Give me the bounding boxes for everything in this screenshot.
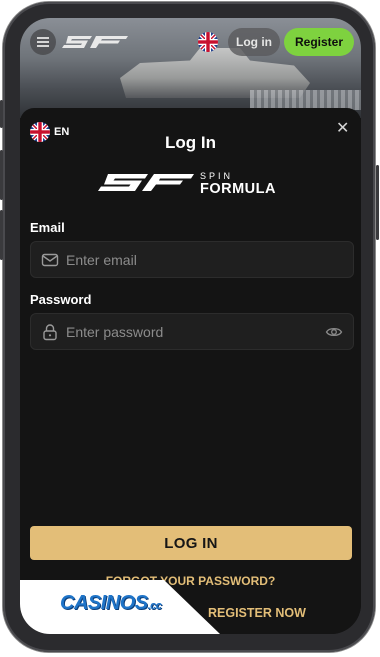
password-input[interactable] (66, 323, 296, 340)
app-screen: Log in Register EN ✕ Log In SPIN FORMULA… (20, 18, 361, 634)
site-logo[interactable] (62, 32, 128, 57)
phone-power-button (376, 165, 379, 240)
phone-volume-down-button (0, 210, 3, 260)
phone-side-button (0, 100, 3, 128)
lock-icon (43, 323, 57, 340)
casinos-watermark: CASINOS.cc (20, 580, 220, 634)
login-button[interactable]: Log in (228, 28, 280, 56)
watermark-text: CASINOS.cc (60, 592, 162, 614)
login-modal: EN ✕ Log In SPIN FORMULA Email Password (20, 108, 361, 634)
login-submit-button[interactable]: LOG IN (30, 526, 352, 560)
email-label: Email (30, 220, 65, 235)
register-button[interactable]: Register (284, 28, 354, 56)
register-now-link[interactable]: REGISTER NOW (208, 606, 306, 620)
email-field[interactable] (30, 241, 354, 278)
harbor-image (250, 90, 361, 110)
top-bar: Log in Register (20, 18, 361, 64)
phone-volume-up-button (0, 150, 3, 200)
eye-icon[interactable] (325, 323, 343, 341)
brand-line-2: FORMULA (200, 181, 276, 197)
password-label: Password (30, 292, 92, 307)
brand-line-1: SPIN (200, 171, 233, 181)
hamburger-menu-icon[interactable] (30, 29, 56, 55)
spin-formula-logo: SPIN FORMULA (98, 168, 284, 203)
uk-flag-icon[interactable] (198, 32, 218, 52)
email-input[interactable] (66, 251, 296, 268)
envelope-icon (41, 253, 59, 266)
modal-title: Log In (165, 133, 216, 152)
password-field[interactable] (30, 313, 354, 350)
